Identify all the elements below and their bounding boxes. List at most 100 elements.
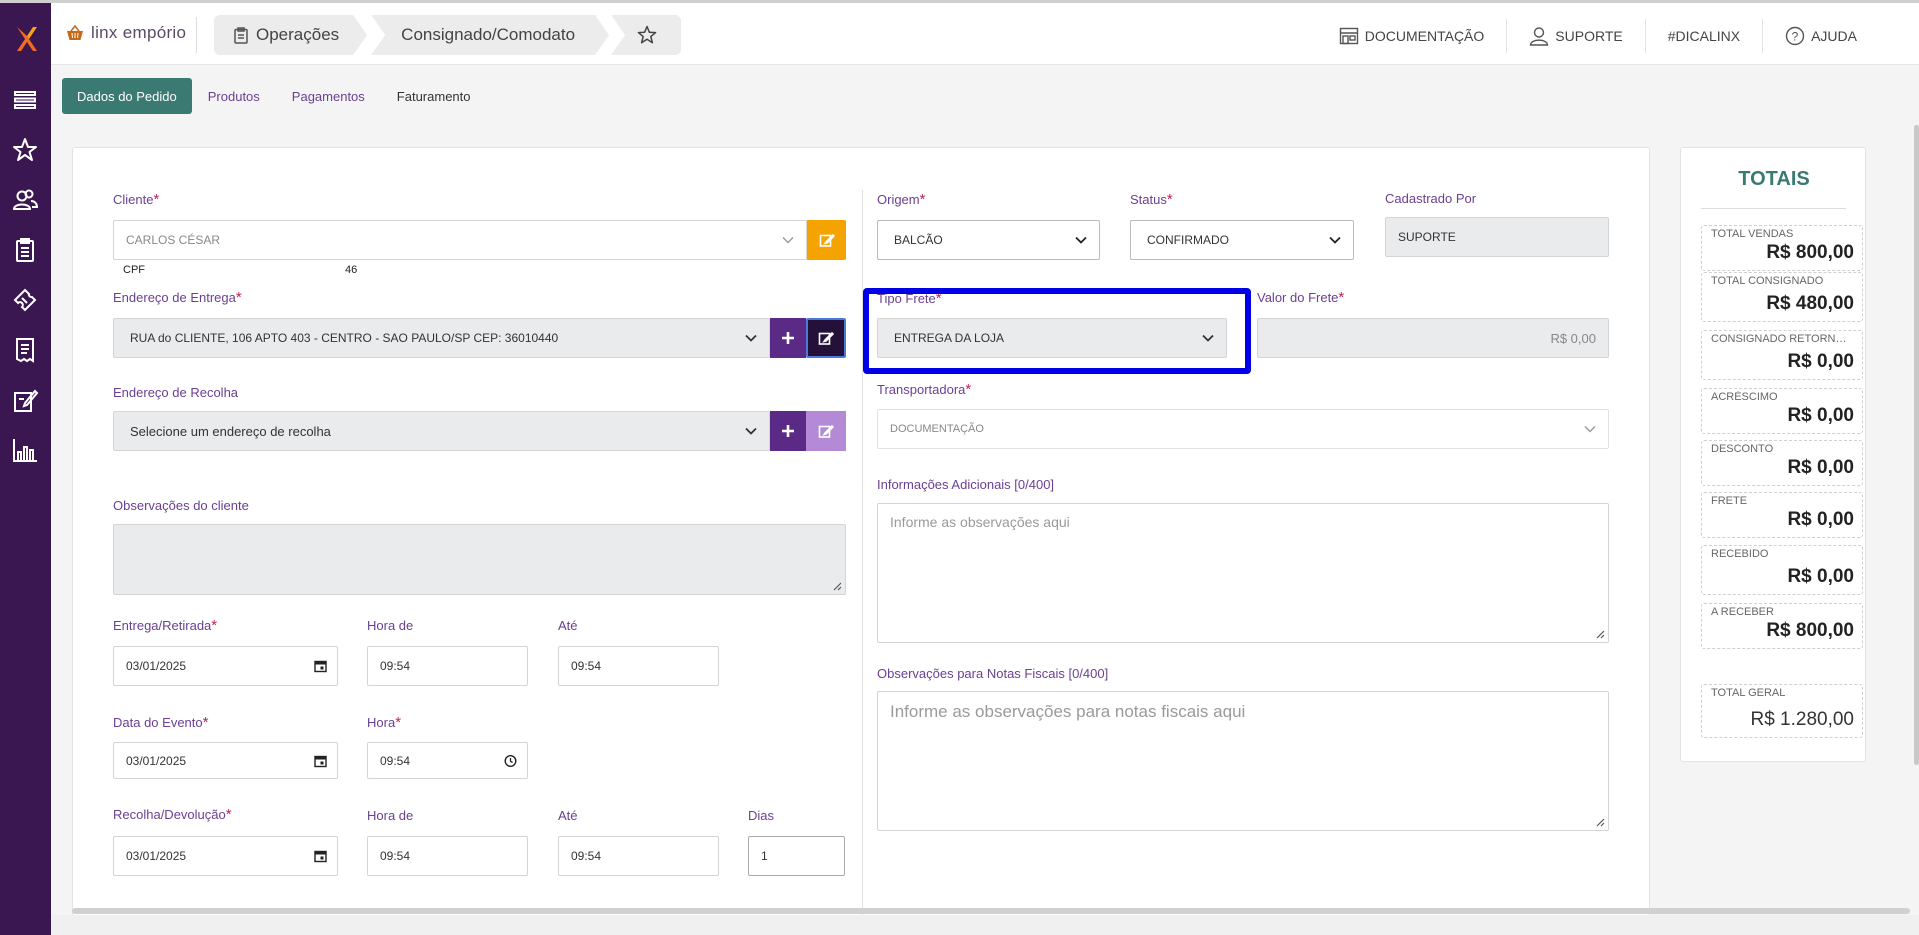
frete-box: FRETE R$ 0,00 [1701, 492, 1863, 538]
entrega-date-input[interactable]: 03/01/2025 [113, 646, 338, 686]
total-label: TOTAL VENDAS [1711, 228, 1794, 240]
favorites-star-icon[interactable] [11, 136, 39, 164]
tickets-icon[interactable] [11, 286, 39, 314]
tab-produtos[interactable]: Produtos [192, 78, 276, 114]
origem-select[interactable]: BALCÃO [877, 220, 1100, 260]
endereco-recolha-select[interactable]: Selecione um endereço de recolha [113, 411, 770, 451]
order-tabs: Dados do Pedido Produtos Pagamentos Fatu… [62, 78, 487, 114]
dias-value: 1 [761, 849, 768, 863]
edit-document-icon[interactable] [11, 386, 39, 414]
store-icon [1339, 27, 1358, 45]
entrega-ate-label: Até [558, 618, 578, 633]
sidebar [0, 3, 51, 935]
observacoes-cliente-textarea[interactable] [113, 524, 846, 595]
resize-grip-icon[interactable] [1595, 629, 1605, 639]
status-select[interactable]: CONFIRMADO [1130, 220, 1354, 260]
vertical-scrollbar[interactable] [1914, 125, 1919, 765]
customers-icon[interactable] [11, 186, 39, 214]
valor-frete-value: R$ 0,00 [1550, 330, 1596, 346]
chevron-down-icon [745, 334, 757, 342]
info-adicionais-textarea[interactable]: Informe as observações aqui [877, 503, 1609, 643]
calendar-icon[interactable] [314, 660, 327, 673]
recolha-date-input[interactable]: 03/01/2025 [113, 836, 338, 876]
obs-notas-label: Observações para Notas Fiscais [0/400] [877, 666, 1109, 681]
edit-icon [818, 331, 834, 345]
dicalinx-link[interactable]: #DICALINX [1644, 19, 1762, 53]
horizontal-scrollbar[interactable] [72, 908, 1910, 914]
endereco-recolha-label: Endereço de Recolha [113, 385, 239, 400]
tab-faturamento[interactable]: Faturamento [381, 78, 487, 114]
edit-icon [819, 233, 835, 247]
reports-chart-icon[interactable] [11, 436, 39, 464]
total-geral-box: TOTAL GERAL R$ 1.280,00 [1701, 684, 1863, 738]
add-endereco-recolha-button[interactable] [770, 411, 806, 451]
header-link-label: DOCUMENTAÇÃO [1364, 28, 1485, 44]
entrega-ate-input[interactable]: 09:54 [558, 646, 719, 686]
endereco-recolha-placeholder: Selecione um endereço de recolha [130, 423, 331, 439]
receipt-icon[interactable] [11, 336, 39, 364]
desconto-box: DESCONTO R$ 0,00 [1701, 440, 1863, 486]
brand[interactable]: linx empório [65, 23, 186, 43]
add-endereco-entrega-button[interactable] [770, 318, 806, 358]
favorite-star-button[interactable] [611, 15, 682, 55]
tipo-frete-select[interactable]: ENTREGA DA LOJA [877, 318, 1227, 358]
obs-notas-textarea[interactable]: Informe as observações para notas fiscai… [877, 691, 1609, 831]
origem-label: Origem* [877, 191, 926, 208]
star-icon [637, 25, 657, 44]
total-value: R$ 0,00 [1787, 457, 1854, 478]
entrega-label: Entrega/Retirada* [113, 617, 218, 634]
breadcrumb-operacoes[interactable]: Operações [214, 15, 367, 55]
total-value: R$ 480,00 [1766, 293, 1854, 314]
tab-pagamentos[interactable]: Pagamentos [276, 78, 381, 114]
edit-cliente-button[interactable] [807, 220, 846, 260]
edit-endereco-recolha-button[interactable] [806, 411, 846, 451]
linx-logo-icon[interactable] [13, 25, 37, 53]
cliente-select[interactable]: CARLOS CÉSAR [113, 220, 807, 260]
edit-endereco-entrega-button[interactable] [806, 318, 846, 358]
chevron-down-icon [1075, 236, 1087, 244]
resize-grip-icon[interactable] [832, 581, 842, 591]
tab-dados-do-pedido[interactable]: Dados do Pedido [62, 78, 192, 114]
recolha-hora-de-input[interactable]: 09:54 [367, 836, 528, 876]
valor-frete-input[interactable]: R$ 0,00 [1257, 318, 1609, 358]
calendar-icon[interactable] [314, 754, 327, 767]
transportadora-value: DOCUMENTAÇÃO [890, 423, 984, 435]
total-value: R$ 1.280,00 [1750, 709, 1854, 730]
tipo-frete-value: ENTREGA DA LOJA [894, 331, 1005, 345]
endereco-entrega-select[interactable]: RUA do CLIENTE, 106 APTO 403 - CENTRO - … [113, 318, 770, 358]
suporte-link[interactable]: SUPORTE [1506, 19, 1644, 53]
resize-grip-icon[interactable] [1595, 817, 1605, 827]
entrega-hora-de-input[interactable]: 09:54 [367, 646, 528, 686]
total-label: FRETE [1711, 495, 1748, 507]
user-icon [1530, 27, 1549, 46]
breadcrumb-label: Operações [256, 25, 340, 44]
dias-input[interactable]: 1 [748, 836, 845, 876]
observacoes-cliente-label: Observações do cliente [113, 498, 249, 513]
cadastrado-por-field: SUPORTE [1385, 217, 1609, 257]
documentacao-link[interactable]: DOCUMENTAÇÃO [1317, 19, 1507, 53]
total-label: ACRÉSCIMO [1711, 391, 1778, 403]
header-link-label: SUPORTE [1555, 28, 1623, 44]
clock-icon[interactable] [504, 754, 517, 767]
recolha-ate-input[interactable]: 09:54 [558, 836, 719, 876]
evento-date-input[interactable]: 03/01/2025 [113, 742, 338, 779]
ajuda-link[interactable]: ? AJUDA [1762, 19, 1879, 53]
orders-clipboard-icon[interactable] [11, 236, 39, 264]
acrescimo-box: ACRÉSCIMO R$ 0,00 [1701, 388, 1863, 434]
evento-hora-input[interactable]: 09:54 [367, 742, 528, 779]
breadcrumb-consignado[interactable]: Consignado/Comodato [371, 15, 609, 55]
calendar-icon[interactable] [314, 850, 327, 863]
chevron-down-icon [1584, 426, 1596, 433]
total-consignado-box: TOTAL CONSIGNADO R$ 480,00 [1701, 272, 1863, 322]
plus-icon [782, 332, 794, 344]
menu-icon[interactable] [11, 86, 39, 114]
chevron-down-icon [782, 237, 794, 244]
entrega-date-value: 03/01/2025 [126, 659, 187, 673]
entrega-ate-value: 09:54 [571, 659, 602, 673]
cadastrado-por-label: Cadastrado Por [1385, 191, 1477, 206]
consignado-retornado-box: CONSIGNADO RETORNADO R$ 0,00 [1701, 330, 1863, 380]
breadcrumb-label: Consignado/Comodato [401, 25, 576, 44]
valor-frete-label: Valor do Frete* [1257, 289, 1345, 306]
header-link-label: #DICALINX [1667, 28, 1741, 44]
transportadora-select[interactable]: DOCUMENTAÇÃO [877, 409, 1609, 449]
